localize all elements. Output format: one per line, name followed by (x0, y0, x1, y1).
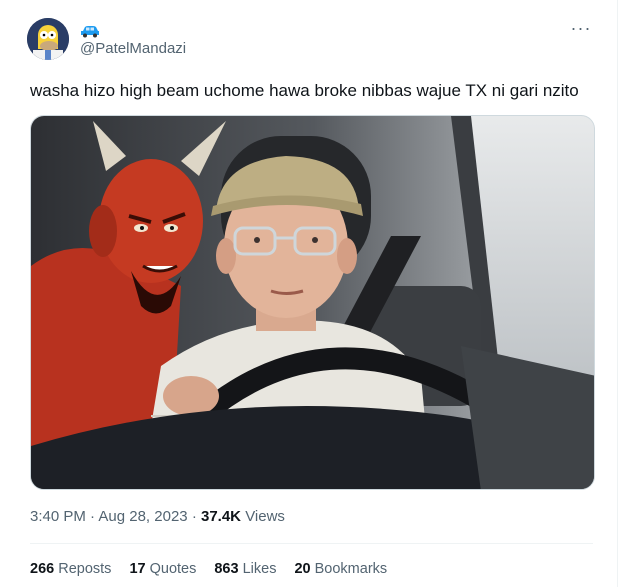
bookmarks-count: 20 (294, 561, 311, 577)
display-name[interactable] (80, 22, 100, 40)
views-label: Views (245, 508, 285, 525)
bookmarks-stat[interactable]: 20 Bookmarks (294, 559, 387, 579)
meta-separator: · (191, 508, 197, 525)
reposts-count: 266 (30, 561, 55, 577)
reposts-label: Reposts (58, 561, 112, 577)
tweet-card: @PatelMandazi ··· washa hizo high beam u… (0, 0, 618, 587)
bookmarks-label: Bookmarks (314, 561, 388, 577)
meme-photo (31, 116, 594, 489)
views-count: 37.4K (200, 508, 242, 525)
meta-separator: · (90, 508, 96, 525)
tweet-meta: 3:40 PM · Aug 28, 2023 · 37.4K Views (30, 507, 285, 527)
user-handle[interactable]: @PatelMandazi (80, 40, 186, 58)
tweet-media-image[interactable] (30, 115, 595, 490)
tweet-time[interactable]: 3:40 PM (30, 508, 86, 525)
quotes-label: Quotes (149, 561, 197, 577)
quotes-stat[interactable]: 17 Quotes (129, 559, 196, 579)
reposts-stat[interactable]: 266 Reposts (30, 559, 111, 579)
likes-count: 863 (214, 561, 239, 577)
avatar-image (27, 18, 69, 60)
tweet-stats: 266 Reposts 17 Quotes 863 Likes 20 Bookm… (30, 559, 405, 579)
tweet-date[interactable]: Aug 28, 2023 (98, 508, 187, 525)
tweet-text: washa hizo high beam uchome hawa broke n… (30, 81, 579, 100)
likes-stat[interactable]: 863 Likes (214, 559, 276, 579)
car-icon (81, 26, 99, 38)
avatar[interactable] (27, 18, 69, 60)
divider (30, 543, 593, 544)
quotes-count: 17 (129, 561, 146, 577)
more-options-icon[interactable]: ··· (571, 18, 591, 38)
likes-label: Likes (242, 561, 277, 577)
